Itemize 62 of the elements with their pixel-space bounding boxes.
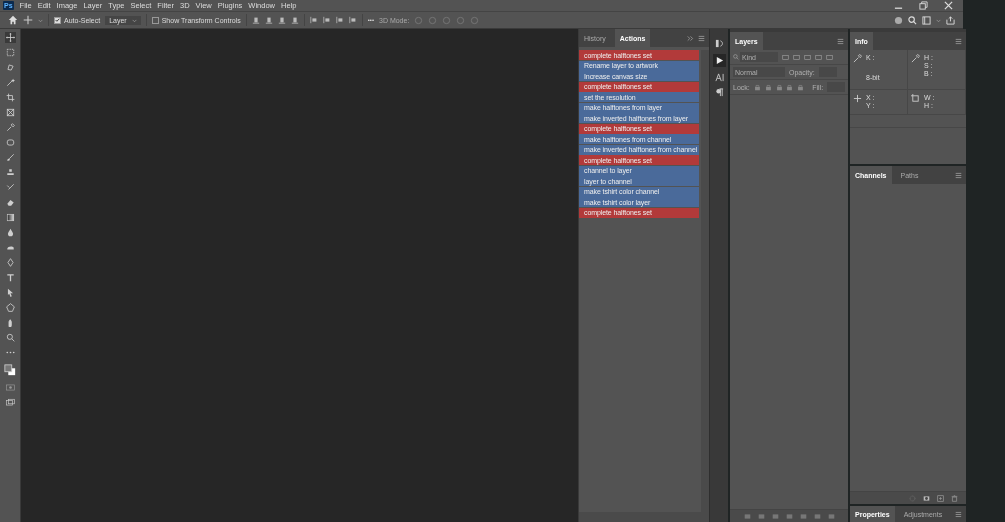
menu-icon[interactable] [955,37,962,45]
scrollbar-track[interactable] [701,50,709,512]
trash-icon[interactable] [951,494,958,502]
pen-icon[interactable] [4,257,16,268]
brush-icon[interactable] [4,152,16,163]
lock-option-icon[interactable] [797,83,805,91]
menu-icon[interactable] [955,510,962,518]
wand-icon[interactable] [4,77,16,88]
selection-size-icon [911,94,920,103]
caret-icon[interactable] [936,17,941,23]
distribute-icon[interactable] [335,16,344,24]
checkbox[interactable] [151,16,159,24]
distribute-icon[interactable] [309,16,318,24]
quick-mask-icon[interactable] [4,382,16,393]
play-icon[interactable] [712,54,726,67]
collapse-icon[interactable] [687,34,694,42]
distribute-icon[interactable] [348,16,357,24]
marquee-icon[interactable] [4,47,16,58]
crosshair-icon [853,94,862,103]
workspace-icon[interactable] [922,15,931,25]
search-icon [733,54,739,60]
new-channel-icon[interactable] [937,494,944,502]
shape-icon[interactable] [4,302,16,313]
patch-icon[interactable] [4,137,16,148]
lock-option-icon[interactable] [786,83,794,91]
share-icon[interactable] [946,15,955,25]
lock-option-icon[interactable] [764,83,772,91]
zoom-icon[interactable] [4,332,16,343]
eyedropper-icon [911,54,920,63]
gradient-icon[interactable] [4,212,16,223]
distribute-icon[interactable] [322,16,331,24]
paragraph-icon[interactable] [714,88,724,97]
lock-option-icon[interactable] [775,83,783,91]
move-icon[interactable] [4,32,16,43]
frame-icon[interactable] [4,107,16,118]
checkbox[interactable] [54,16,61,24]
align-icon[interactable] [277,16,286,24]
menu-icon[interactable] [698,34,705,42]
align-icon[interactable] [264,16,273,24]
align-icon[interactable] [251,16,260,24]
close-icon[interactable] [944,1,953,10]
stamp-icon[interactable] [4,167,16,178]
eyedropper-icon[interactable] [4,122,16,133]
character-icon[interactable] [714,73,724,82]
restore-icon[interactable] [919,1,928,10]
menu-icon[interactable] [837,37,844,45]
screen-mode-icon[interactable] [4,397,16,408]
crop-icon[interactable] [4,92,16,103]
caret-icon [131,17,137,23]
lasso-icon[interactable] [4,62,16,73]
lock-option-icon[interactable] [753,83,761,91]
color-swatches-icon[interactable] [4,364,16,376]
align-icon[interactable] [290,16,299,24]
search-icon[interactable] [908,15,917,25]
type-icon[interactable] [4,272,16,283]
history-icon[interactable] [714,39,724,48]
home-icon[interactable] [8,15,18,25]
move-icon[interactable] [23,15,33,25]
menu-icon[interactable] [955,171,962,179]
mask-icon[interactable] [923,494,930,502]
caret-icon[interactable] [38,17,43,23]
eyedropper-icon [853,54,862,63]
